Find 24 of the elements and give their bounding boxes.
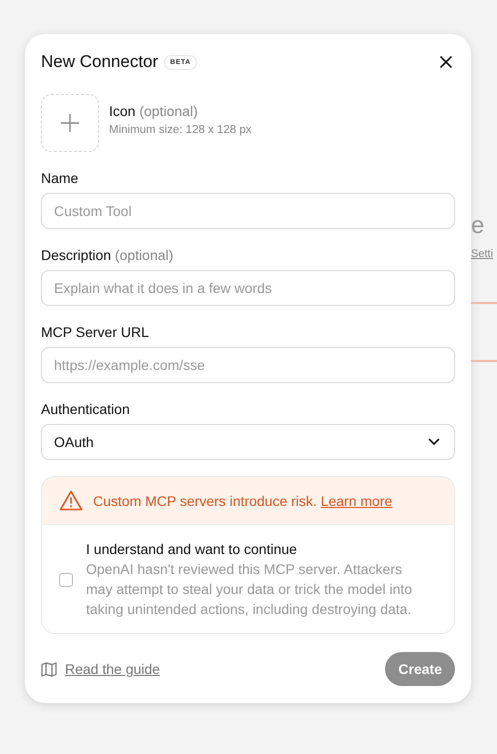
consent-description: OpenAI hasn't reviewed this MCP server. Attackers may attempt to steal your data or trick the model into taking unintended actions, including destroying data.	[86, 560, 414, 619]
input-field[interactable]: https://example.com/sse	[41, 347, 455, 383]
read-guide-link[interactable]: Read the guide	[41, 661, 160, 677]
dropdown[interactable]: OAuth	[41, 424, 455, 460]
learn-more-link[interactable]: Learn more	[320, 492, 392, 508]
consent-title: I understand and want to continue	[86, 541, 298, 557]
warning-message: Custom MCP servers introduce risk. Learn more	[93, 492, 392, 508]
dialog-title: New Connector	[41, 52, 158, 72]
icon-upload-button[interactable]	[41, 94, 99, 152]
icon-label: Icon (optional)	[109, 102, 199, 118]
field-label: Authentication	[41, 401, 131, 417]
background-heading: e	[471, 212, 486, 240]
background-link[interactable]: Setti	[471, 248, 497, 260]
plus-icon	[60, 113, 80, 133]
field-label: Name	[41, 170, 80, 186]
input-field[interactable]: Explain what it does in a few words	[41, 270, 455, 306]
consent-checkbox[interactable]	[59, 573, 73, 587]
chevron-down-icon	[428, 438, 440, 446]
close-icon	[439, 55, 453, 69]
icon-size-hint: Minimum size: 128 x 128 px	[109, 124, 252, 136]
field-label: Description (optional)	[41, 247, 174, 263]
warning-icon	[59, 490, 83, 511]
field-label: MCP Server URL	[41, 324, 150, 340]
input-field[interactable]: Custom Tool	[41, 193, 455, 229]
